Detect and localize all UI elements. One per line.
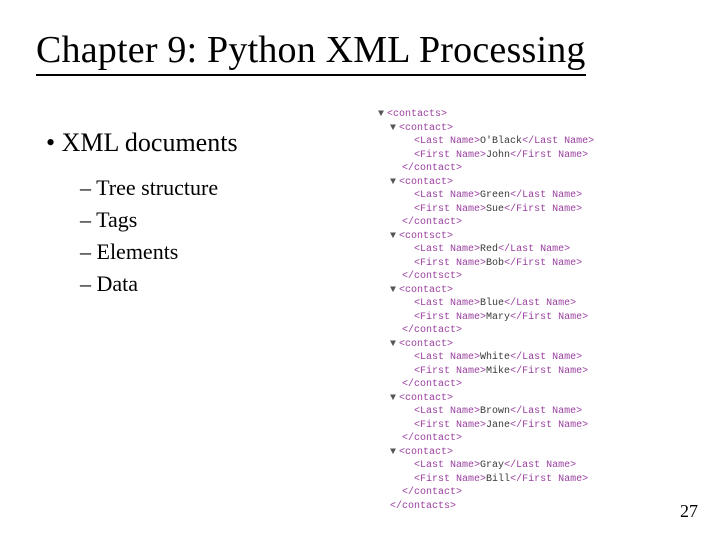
sub-bullets: Tree structure Tags Elements Data [80, 172, 238, 300]
sub-bullet: Tags [80, 204, 238, 236]
xml-tree-view: ▼<contacts>▼<contact><Last Name>O'Black<… [378, 108, 594, 513]
sub-bullet: Data [80, 268, 238, 300]
page-number: 27 [680, 501, 698, 522]
bullet-main: XML documents [46, 128, 238, 158]
sub-bullet: Tree structure [80, 172, 238, 204]
sub-bullet: Elements [80, 236, 238, 268]
bullet-list: XML documents Tree structure Tags Elemen… [46, 128, 238, 300]
page-title: Chapter 9: Python XML Processing [36, 28, 586, 76]
